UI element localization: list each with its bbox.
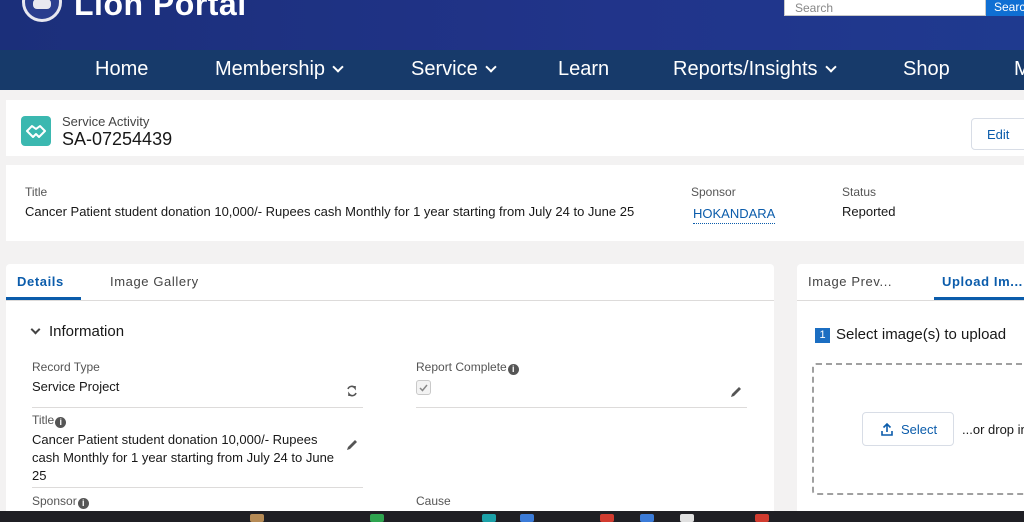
report-complete-text: Report Complete [416, 360, 507, 374]
search-input[interactable]: Search [784, 0, 986, 16]
taskbar-app-icon[interactable] [482, 514, 496, 522]
nav-label: Service [411, 58, 478, 80]
tab-upload-images[interactable]: Upload Im... [942, 274, 1023, 289]
title-value: Cancer Patient student donation 10,000/-… [25, 204, 635, 219]
lions-logo-icon[interactable] [22, 0, 62, 22]
select-button-label: Select [901, 422, 938, 437]
details-panel: Details Image Gallery Information Record… [6, 264, 774, 522]
tab-details[interactable]: Details [17, 274, 64, 289]
change-record-type-icon[interactable] [345, 384, 359, 398]
tab-image-preview[interactable]: Image Prev... [808, 274, 892, 289]
field-divider [32, 487, 363, 488]
chevron-down-icon [30, 324, 41, 335]
active-tab-indicator [934, 297, 1024, 300]
status-value: Reported [842, 204, 896, 219]
nav-item-home[interactable]: Home [95, 58, 148, 81]
nav-label: Shop [903, 58, 950, 80]
taskbar-app-icon[interactable] [250, 514, 264, 522]
field-divider [32, 407, 363, 408]
cause-label: Cause [416, 494, 451, 508]
report-complete-label: Report Complete i [416, 360, 519, 375]
details-title-value: Cancer Patient student donation 10,000/-… [32, 432, 335, 483]
nav-item-membership[interactable]: Membership [215, 58, 344, 81]
taskbar-app-icon[interactable] [520, 514, 534, 522]
handshake-icon [21, 116, 51, 146]
step-number-badge: 1 [815, 328, 830, 343]
info-icon[interactable]: i [507, 364, 519, 375]
portal-title[interactable]: Lion Portal [74, 0, 247, 23]
search-button[interactable]: Search [986, 0, 1024, 16]
upload-icon [881, 423, 893, 436]
status-label: Status [842, 185, 877, 199]
image-tabs: Image Prev... Upload Im... [797, 264, 1024, 301]
nav-item-service[interactable]: Service [411, 58, 497, 81]
nav-label: Home [95, 58, 149, 80]
details-title-text: Title [32, 413, 55, 427]
info-icon[interactable]: i [55, 417, 67, 428]
record-type-value: Service Project [32, 379, 120, 394]
nav-item-more[interactable]: M [1014, 58, 1024, 81]
highlights-panel: Title Cancer Patient student donation 10… [6, 165, 1024, 241]
nav-item-learn[interactable]: Learn [558, 58, 609, 81]
file-drop-zone[interactable]: Select ...or drop in [812, 363, 1024, 495]
pencil-icon[interactable] [729, 385, 743, 399]
tab-image-gallery[interactable]: Image Gallery [110, 274, 199, 289]
title-label: Title [25, 185, 48, 199]
section-information[interactable]: Information [30, 323, 125, 340]
os-taskbar [0, 511, 1024, 522]
select-files-button[interactable]: Select [862, 412, 954, 446]
taskbar-app-icon[interactable] [755, 514, 769, 522]
active-tab-indicator [6, 297, 81, 300]
record-number: SA-07254439 [62, 129, 173, 149]
details-sponsor-label: Sponsor i [32, 494, 89, 509]
info-icon[interactable]: i [77, 498, 89, 509]
sponsor-label: Sponsor [691, 185, 736, 199]
main-nav: Home Membership Service Learn Reports/In… [0, 50, 1024, 90]
record-type-label: Record Type [32, 360, 100, 374]
chevron-down-icon [824, 61, 837, 73]
taskbar-app-icon[interactable] [680, 514, 694, 522]
image-upload-panel: Image Prev... Upload Im... 1 Select imag… [797, 264, 1024, 522]
chevron-down-icon [332, 61, 344, 73]
step-label: Select image(s) to upload [836, 326, 1007, 343]
record-object-type: Service Activity [62, 114, 150, 129]
pencil-icon[interactable] [345, 438, 359, 452]
nav-label: M [1014, 58, 1024, 80]
details-title-label: Title i [32, 413, 67, 428]
section-title: Information [49, 323, 125, 340]
nav-label: Learn [558, 58, 610, 80]
nav-label: Reports/Insights [673, 58, 818, 80]
nav-item-reports-insights[interactable]: Reports/Insights [673, 58, 837, 81]
sponsor-link[interactable]: HOKANDARA [693, 206, 776, 224]
drop-hint: ...or drop in [962, 422, 1024, 437]
details-tabs: Details Image Gallery [6, 264, 774, 301]
taskbar-app-icon[interactable] [640, 514, 654, 522]
chevron-down-icon [485, 61, 497, 73]
record-header: Service Activity SA-07254439 Edit [6, 100, 1024, 156]
nav-item-shop[interactable]: Shop [903, 58, 950, 81]
taskbar-app-icon[interactable] [600, 514, 614, 522]
nav-label: Membership [215, 58, 326, 80]
report-complete-checkbox [416, 380, 431, 395]
edit-button[interactable]: Edit [971, 118, 1024, 150]
taskbar-app-icon[interactable] [370, 514, 384, 522]
details-sponsor-text: Sponsor [32, 494, 77, 508]
field-divider [416, 407, 747, 408]
check-icon [419, 384, 428, 392]
portal-header: Lion Portal Search Search [0, 0, 1024, 50]
